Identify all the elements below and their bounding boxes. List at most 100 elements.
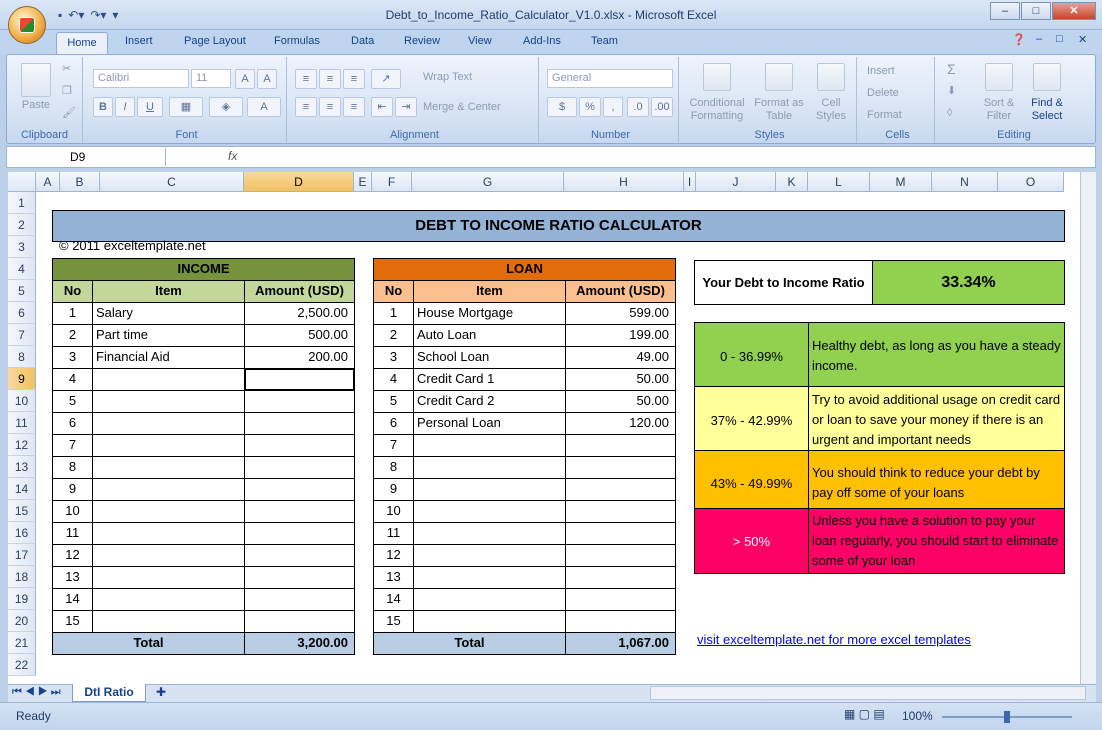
row-header-8[interactable]: 8 <box>8 346 36 368</box>
tab-formulas[interactable]: Formulas <box>274 35 320 47</box>
column-header-d[interactable]: D <box>244 172 354 192</box>
percent-button[interactable]: % <box>579 97 601 117</box>
loan-row-amount[interactable] <box>565 544 676 567</box>
decrease-indent-icon[interactable]: ⇤ <box>371 97 393 117</box>
merge-center-button[interactable]: Merge & Center <box>423 101 501 114</box>
column-header-n[interactable]: N <box>932 172 998 192</box>
help-icon[interactable]: ❓ <box>1012 33 1026 46</box>
loan-row-item[interactable]: Auto Loan <box>413 324 566 347</box>
clear-icon[interactable]: ◊ <box>947 107 952 120</box>
template-link[interactable]: visit exceltemplate.net for more excel t… <box>694 630 1054 652</box>
income-row-item[interactable] <box>92 412 245 435</box>
insert-sheet-icon[interactable]: ✚ <box>156 685 166 699</box>
loan-row-amount[interactable]: 199.00 <box>565 324 676 347</box>
align-center-icon[interactable]: ≡ <box>319 97 341 117</box>
row-header-11[interactable]: 11 <box>8 412 36 434</box>
loan-row-item[interactable] <box>413 456 566 479</box>
maximize-button[interactable]: □ <box>1021 2 1051 20</box>
name-box[interactable]: D9 <box>8 148 166 166</box>
loan-row-amount[interactable] <box>565 434 676 457</box>
column-header-o[interactable]: O <box>998 172 1064 192</box>
loan-row-item[interactable] <box>413 588 566 611</box>
income-row-amount[interactable] <box>244 478 355 501</box>
income-row-item[interactable]: Salary <box>92 302 245 325</box>
loan-row-item[interactable] <box>413 434 566 457</box>
zoom-slider-thumb[interactable] <box>1004 711 1010 723</box>
loan-row-item[interactable] <box>413 522 566 545</box>
income-row-amount[interactable] <box>244 566 355 589</box>
wrap-text-button[interactable]: Wrap Text <box>423 71 472 84</box>
selected-cell-d9[interactable] <box>244 368 355 391</box>
cell-styles-icon[interactable] <box>817 63 845 91</box>
row-header-10[interactable]: 10 <box>8 390 36 412</box>
column-header-c[interactable]: C <box>100 172 244 192</box>
align-top-icon[interactable]: ≡ <box>295 69 317 89</box>
loan-row-item[interactable] <box>413 610 566 633</box>
column-header-j[interactable]: J <box>696 172 776 192</box>
formula-bar[interactable] <box>6 146 1096 168</box>
column-header-i[interactable]: I <box>684 172 696 192</box>
row-header-2[interactable]: 2 <box>8 214 36 236</box>
row-header-13[interactable]: 13 <box>8 456 36 478</box>
income-row-amount[interactable]: 2,500.00 <box>244 302 355 325</box>
grow-font-icon[interactable]: A <box>235 69 255 89</box>
ribbon-close-icon[interactable]: ✕ <box>1078 33 1087 46</box>
loan-row-amount[interactable] <box>565 456 676 479</box>
row-header-3[interactable]: 3 <box>8 236 36 258</box>
bold-button[interactable]: B <box>93 97 113 117</box>
font-size-combo[interactable]: 11 <box>191 69 231 88</box>
conditional-formatting-icon[interactable] <box>703 63 731 91</box>
format-as-table-button[interactable]: Format as Table <box>753 97 805 123</box>
column-header-e[interactable]: E <box>354 172 372 192</box>
tab-team[interactable]: Team <box>591 35 618 47</box>
income-row-item[interactable] <box>92 390 245 413</box>
align-left-icon[interactable]: ≡ <box>295 97 317 117</box>
income-row-item[interactable] <box>92 456 245 479</box>
ribbon-restore-icon[interactable]: □ <box>1056 33 1063 45</box>
row-header-5[interactable]: 5 <box>8 280 36 302</box>
loan-row-amount[interactable]: 50.00 <box>565 368 676 391</box>
column-header-l[interactable]: L <box>808 172 870 192</box>
income-row-item[interactable] <box>92 610 245 633</box>
income-row-amount[interactable] <box>244 610 355 633</box>
format-cells-button[interactable]: Format <box>867 109 902 122</box>
loan-row-item[interactable] <box>413 566 566 589</box>
underline-button[interactable]: U <box>137 97 163 117</box>
ribbon-minimize-icon[interactable]: – <box>1036 33 1042 45</box>
tab-view[interactable]: View <box>468 35 492 47</box>
income-row-item[interactable] <box>92 544 245 567</box>
row-header-9[interactable]: 9 <box>8 368 36 390</box>
income-row-item[interactable] <box>92 478 245 501</box>
income-row-amount[interactable]: 200.00 <box>244 346 355 369</box>
loan-row-item[interactable] <box>413 500 566 523</box>
view-buttons[interactable]: ▦ ▢ ▤ <box>844 707 885 721</box>
format-as-table-icon[interactable] <box>765 63 793 91</box>
row-header-19[interactable]: 19 <box>8 588 36 610</box>
align-bottom-icon[interactable]: ≡ <box>343 69 365 89</box>
income-row-amount[interactable] <box>244 544 355 567</box>
copy-icon[interactable]: ❐ <box>62 85 72 98</box>
horizontal-scrollbar[interactable] <box>650 686 1086 700</box>
income-row-item[interactable] <box>92 434 245 457</box>
row-header-22[interactable]: 22 <box>8 654 36 676</box>
loan-row-item[interactable] <box>413 544 566 567</box>
loan-row-amount[interactable] <box>565 588 676 611</box>
row-header-20[interactable]: 20 <box>8 610 36 632</box>
conditional-formatting-button[interactable]: Conditional Formatting <box>685 97 749 123</box>
loan-row-amount[interactable]: 599.00 <box>565 302 676 325</box>
row-header-4[interactable]: 4 <box>8 258 36 280</box>
align-middle-icon[interactable]: ≡ <box>319 69 341 89</box>
paste-icon[interactable] <box>21 63 51 97</box>
row-header-1[interactable]: 1 <box>8 192 36 214</box>
tab-page-layout[interactable]: Page Layout <box>184 35 246 47</box>
row-header-21[interactable]: 21 <box>8 632 36 654</box>
comma-button[interactable]: , <box>603 97 623 117</box>
income-row-item[interactable] <box>92 500 245 523</box>
row-header-12[interactable]: 12 <box>8 434 36 456</box>
insert-cells-button[interactable]: Insert <box>867 65 895 78</box>
row-header-6[interactable]: 6 <box>8 302 36 324</box>
column-header-b[interactable]: B <box>60 172 100 192</box>
row-header-17[interactable]: 17 <box>8 544 36 566</box>
increase-decimal-icon[interactable]: .0 <box>627 97 649 117</box>
column-header-a[interactable]: A <box>36 172 60 192</box>
